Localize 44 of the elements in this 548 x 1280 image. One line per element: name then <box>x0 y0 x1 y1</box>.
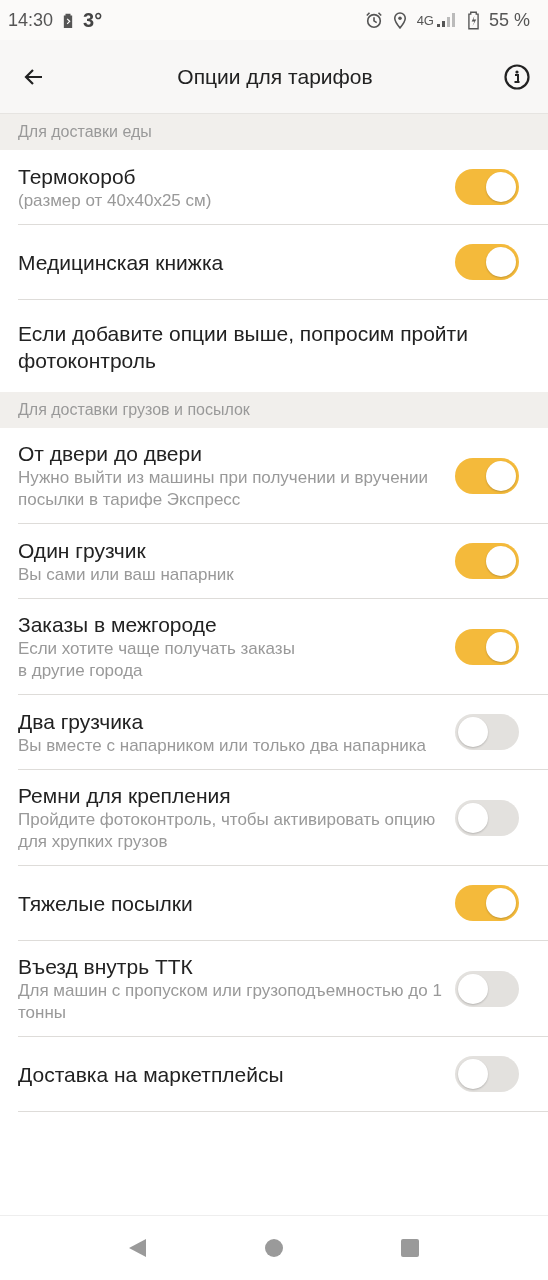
toggle-switch[interactable] <box>455 714 519 750</box>
option-description: Если хотите чаще получать заказы в другие города <box>18 638 296 682</box>
temperature: 3° <box>83 8 103 32</box>
toggle-switch[interactable] <box>455 244 519 280</box>
option-title: Два грузчика <box>18 708 145 735</box>
toggle-switch[interactable] <box>455 543 519 579</box>
option-title: От двери до двери <box>18 441 203 467</box>
option-description: Для машин с пропуском или грузоподъемностью до 1 тонны <box>18 980 443 1024</box>
option-description: Пройдите фотоконтроль, чтобы активировать опцию для хрупких грузов <box>18 809 437 853</box>
back-nav-icon[interactable] <box>128 1238 148 1258</box>
signal-icon <box>435 12 458 28</box>
option-description: Нужно выйти из машины при получении и вручении посылки в тарифе Экспресс <box>18 467 429 511</box>
option-title: Ремни для крепления <box>18 783 232 809</box>
section-title: Для доставки грузов и посылок <box>18 401 250 419</box>
option-title: Один грузчик <box>18 537 147 564</box>
location-icon <box>392 11 407 29</box>
alarm-icon <box>364 11 383 29</box>
option-title: Въезд внутрь ТТК <box>18 954 194 980</box>
screen-title: Опции для тарифов <box>177 64 373 89</box>
battery-saver-icon <box>63 12 74 28</box>
battery-charging-icon <box>467 10 479 30</box>
option-title: Доставка на маркетплейсы <box>18 1061 285 1088</box>
battery-level: 55 % <box>488 9 530 31</box>
section-title: Для доставки еды <box>18 123 152 141</box>
photo-control-note: Если добавите опции выше, попросим пройти фотоконтроль <box>18 321 469 374</box>
option-title: Заказы в межгороде <box>18 612 218 638</box>
recents-nav-icon[interactable] <box>400 1238 420 1258</box>
toggle-switch[interactable] <box>455 885 519 921</box>
option-title: Медицинская книжка <box>18 249 225 276</box>
clock: 14:30 <box>8 9 54 31</box>
option-title: Термокороб <box>18 163 137 190</box>
option-description: Вы вместе с напарником или только два напарника <box>18 734 428 757</box>
network-type: 4G <box>416 12 434 28</box>
option-title: Тяжелые посылки <box>18 890 194 917</box>
toggle-switch[interactable] <box>455 799 519 836</box>
option-description: Вы сами или ваш напарник <box>18 563 235 586</box>
info-icon[interactable] <box>504 63 530 90</box>
option-description: (размер от 40x40x25 см) <box>18 189 213 212</box>
toggle-switch[interactable] <box>455 457 519 494</box>
toggle-switch[interactable] <box>455 1056 519 1092</box>
toggle-switch[interactable] <box>455 169 519 205</box>
toggle-switch[interactable] <box>455 970 519 1007</box>
toggle-switch[interactable] <box>455 628 519 665</box>
home-nav-icon[interactable] <box>264 1238 284 1258</box>
